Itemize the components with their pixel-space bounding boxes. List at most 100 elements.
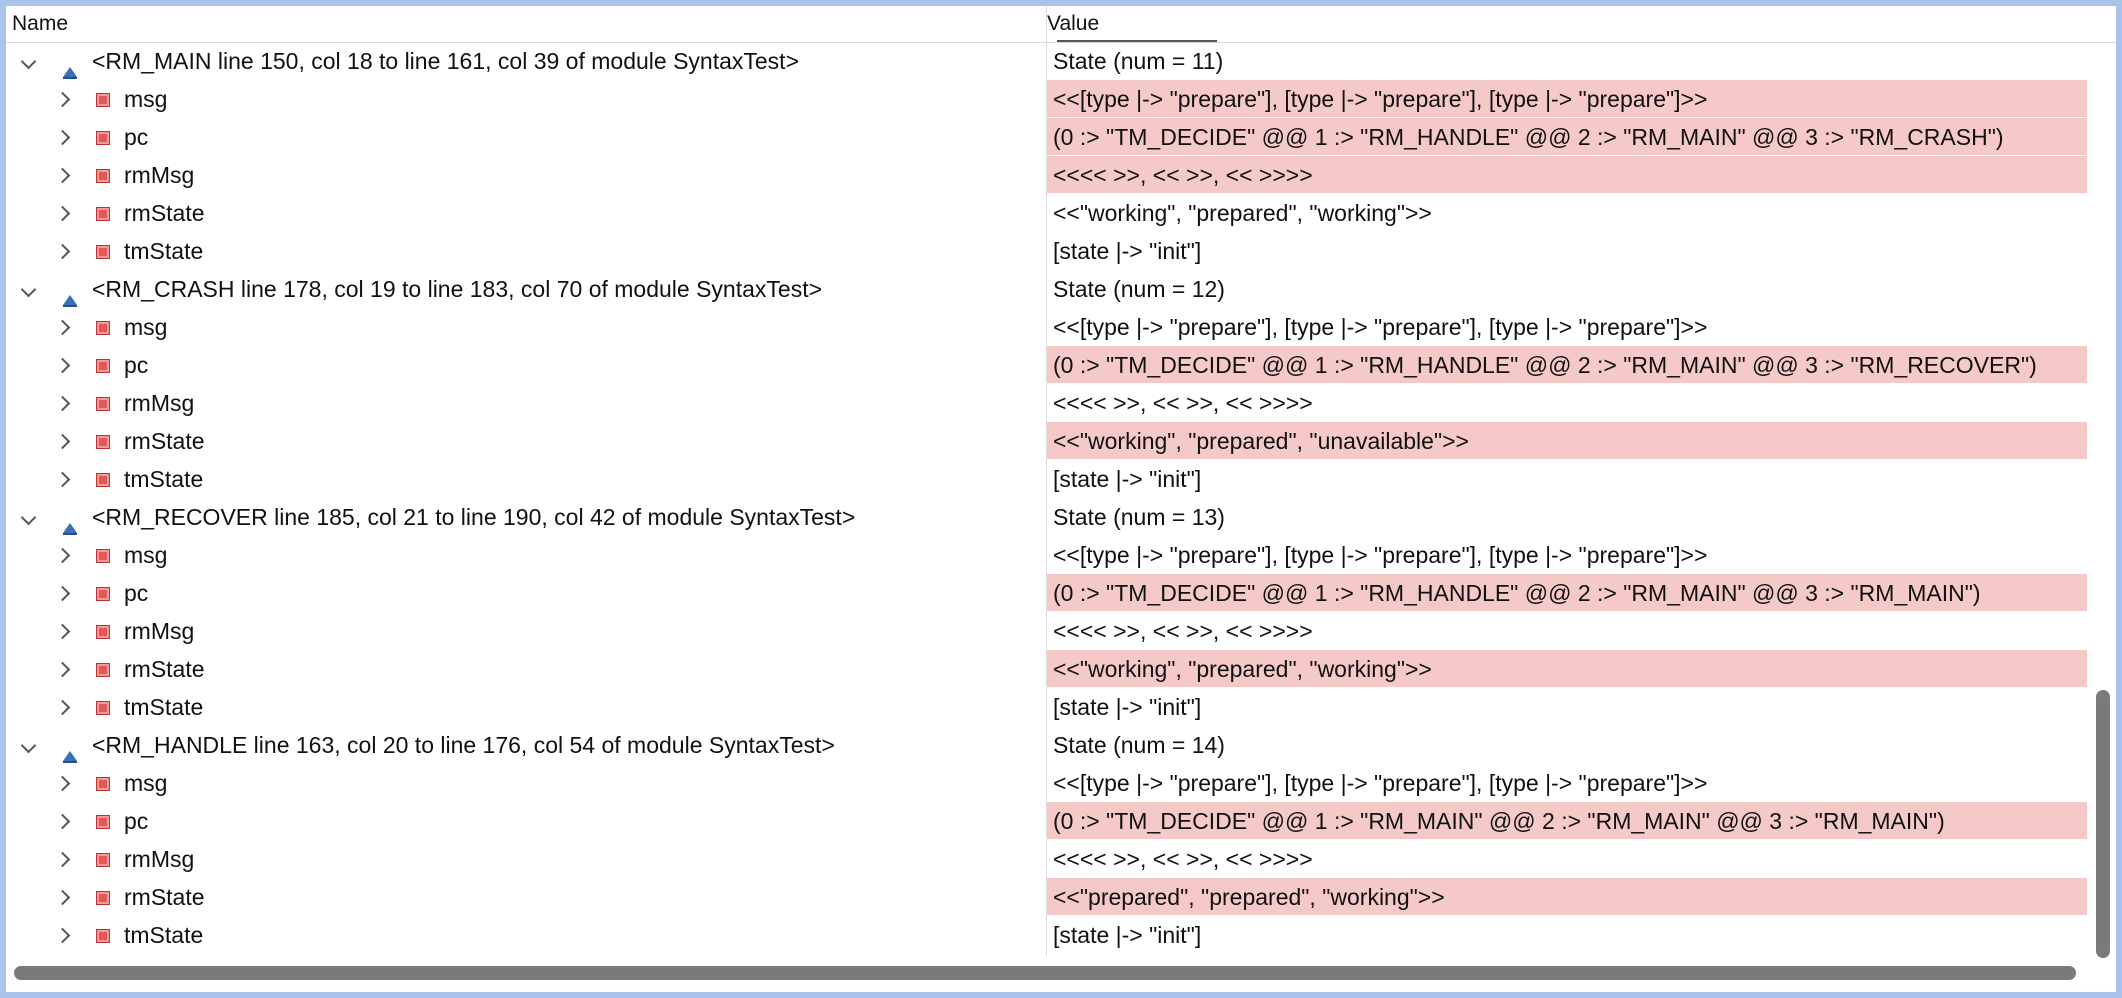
variable-square-icon (96, 473, 110, 487)
variable-value: <<[type |-> "prepare"], [type |-> "prepa… (1053, 770, 1708, 796)
variable-row[interactable]: msg <<[type |-> "prepare"], [type |-> "pr… (6, 536, 2086, 574)
variable-name: pc (124, 124, 149, 150)
variable-name: tmState (124, 466, 204, 492)
variable-value: <<[type |-> "prepare"], [type |-> "prepa… (1047, 80, 2087, 117)
state-label: <RM_RECOVER line 185, col 21 to line 190… (92, 504, 856, 530)
chevron-right-icon[interactable] (50, 688, 74, 726)
state-value: State (num = 13) (1053, 504, 1225, 530)
variable-name: msg (124, 86, 168, 112)
variable-name: msg (124, 314, 168, 340)
chevron-right-icon[interactable] (50, 840, 74, 878)
chevron-right-icon[interactable] (50, 460, 74, 498)
state-value: State (num = 11) (1053, 48, 1224, 74)
column-header-name[interactable]: Name (12, 6, 68, 42)
chevron-right-icon[interactable] (50, 308, 74, 346)
variable-row[interactable]: rmState <<"working", "prepared", "unavail… (6, 422, 2087, 460)
variable-name: rmState (124, 656, 205, 682)
chevron-right-icon[interactable] (50, 422, 74, 460)
variable-row[interactable]: tmState [state |-> "init"] (6, 232, 2086, 270)
variable-square-icon (96, 321, 110, 335)
chevron-right-icon[interactable] (50, 156, 74, 194)
chevron-right-icon[interactable] (50, 536, 74, 574)
state-triangle-icon (62, 509, 78, 535)
variable-name: tmState (124, 922, 204, 948)
variable-square-icon (96, 701, 110, 715)
vertical-scrollbar[interactable] (2096, 690, 2110, 958)
variable-value: [state |-> "init"] (1053, 238, 1202, 264)
variable-row[interactable]: pc (0 :> "TM_DECIDE" @@ 1 :> "RM_HANDLE" … (6, 574, 2087, 612)
variable-value: (0 :> "TM_DECIDE" @@ 1 :> "RM_HANDLE" @@… (1047, 118, 2087, 155)
variable-value: <<"working", "prepared", "unavailable">> (1047, 422, 2087, 459)
chevron-right-icon[interactable] (50, 80, 74, 118)
variable-value: <<<< >>, << >>, << >>>> (1053, 846, 1313, 872)
trace-tree-rows: <RM_MAIN line 150, col 18 to line 161, c… (6, 42, 2087, 954)
variable-row[interactable]: tmState [state |-> "init"] (6, 688, 2086, 726)
state-label: <RM_HANDLE line 163, col 20 to line 176,… (92, 732, 835, 758)
variable-row[interactable]: msg <<[type |-> "prepare"], [type |-> "pr… (6, 764, 2086, 802)
variable-row[interactable]: rmMsg <<<< >>, << >>, << >>>> (6, 612, 2086, 650)
variable-value: <<"working", "prepared", "working">> (1047, 650, 2087, 687)
chevron-right-icon[interactable] (50, 650, 74, 688)
variable-square-icon (96, 169, 110, 183)
variable-row[interactable]: rmState <<"prepared", "prepared", "workin… (6, 878, 2087, 916)
chevron-right-icon[interactable] (50, 346, 74, 384)
variable-row[interactable]: rmState <<"working", "prepared", "working… (6, 650, 2087, 688)
state-value: State (num = 12) (1053, 276, 1225, 302)
variable-square-icon (96, 929, 110, 943)
chevron-right-icon[interactable] (50, 232, 74, 270)
variable-row[interactable]: tmState [state |-> "init"] (6, 460, 2086, 498)
state-row[interactable]: <RM_RECOVER line 185, col 21 to line 190… (6, 498, 2086, 536)
variable-square-icon (96, 359, 110, 373)
variable-row[interactable]: rmMsg <<<< >>, << >>, << >>>> (6, 384, 2086, 422)
chevron-right-icon[interactable] (50, 878, 74, 916)
variable-row[interactable]: msg <<[type |-> "prepare"], [type |-> "pr… (6, 80, 2087, 118)
state-row[interactable]: <RM_HANDLE line 163, col 20 to line 176,… (6, 726, 2086, 764)
variable-value: <<"working", "prepared", "working">> (1053, 200, 1432, 226)
chevron-right-icon[interactable] (50, 384, 74, 422)
variable-value: <<<< >>, << >>, << >>>> (1053, 618, 1313, 644)
chevron-right-icon[interactable] (50, 916, 74, 954)
variable-name: rmState (124, 200, 205, 226)
variable-name: msg (124, 542, 168, 568)
variable-name: pc (124, 580, 149, 606)
state-triangle-icon (62, 737, 78, 763)
chevron-right-icon[interactable] (50, 802, 74, 840)
variable-row[interactable]: pc (0 :> "TM_DECIDE" @@ 1 :> "RM_MAIN" @@… (6, 802, 2087, 840)
variable-value: (0 :> "TM_DECIDE" @@ 1 :> "RM_HANDLE" @@… (1047, 574, 2087, 611)
variable-row[interactable]: msg <<[type |-> "prepare"], [type |-> "pr… (6, 308, 2086, 346)
variable-value: <<[type |-> "prepare"], [type |-> "prepa… (1053, 314, 1708, 340)
variable-value: [state |-> "init"] (1053, 466, 1202, 492)
chevron-down-icon[interactable] (16, 726, 40, 764)
variable-name: pc (124, 352, 149, 378)
variable-row[interactable]: rmMsg <<<< >>, << >>, << >>>> (6, 840, 2086, 878)
state-row[interactable]: <RM_MAIN line 150, col 18 to line 161, c… (6, 42, 2086, 80)
horizontal-scrollbar[interactable] (14, 966, 2076, 980)
chevron-down-icon[interactable] (16, 270, 40, 308)
variable-name: rmMsg (124, 162, 195, 188)
variable-name: rmMsg (124, 846, 195, 872)
state-label: <RM_CRASH line 178, col 19 to line 183, … (92, 276, 823, 302)
variable-row[interactable]: tmState [state |-> "init"] (6, 916, 2086, 954)
chevron-right-icon[interactable] (50, 574, 74, 612)
chevron-right-icon[interactable] (50, 118, 74, 156)
variable-name: rmMsg (124, 390, 195, 416)
variable-name: tmState (124, 238, 204, 264)
variable-row[interactable]: pc (0 :> "TM_DECIDE" @@ 1 :> "RM_HANDLE" … (6, 118, 2087, 156)
variable-value: (0 :> "TM_DECIDE" @@ 1 :> "RM_MAIN" @@ 2… (1047, 802, 2087, 839)
variable-name: pc (124, 808, 149, 834)
variable-row[interactable]: pc (0 :> "TM_DECIDE" @@ 1 :> "RM_HANDLE" … (6, 346, 2087, 384)
chevron-right-icon[interactable] (50, 764, 74, 802)
chevron-right-icon[interactable] (50, 194, 74, 232)
state-row[interactable]: <RM_CRASH line 178, col 19 to line 183, … (6, 270, 2086, 308)
variable-square-icon (96, 853, 110, 867)
variable-row[interactable]: rmState <<"working", "prepared", "working… (6, 194, 2086, 232)
variable-square-icon (96, 207, 110, 221)
chevron-down-icon[interactable] (16, 42, 40, 80)
variable-value: <<<< >>, << >>, << >>>> (1047, 156, 2087, 193)
state-triangle-icon (62, 281, 78, 307)
variable-square-icon (96, 815, 110, 829)
chevron-right-icon[interactable] (50, 612, 74, 650)
variable-square-icon (96, 625, 110, 639)
chevron-down-icon[interactable] (16, 498, 40, 536)
variable-row[interactable]: rmMsg <<<< >>, << >>, << >>>> (6, 156, 2087, 194)
